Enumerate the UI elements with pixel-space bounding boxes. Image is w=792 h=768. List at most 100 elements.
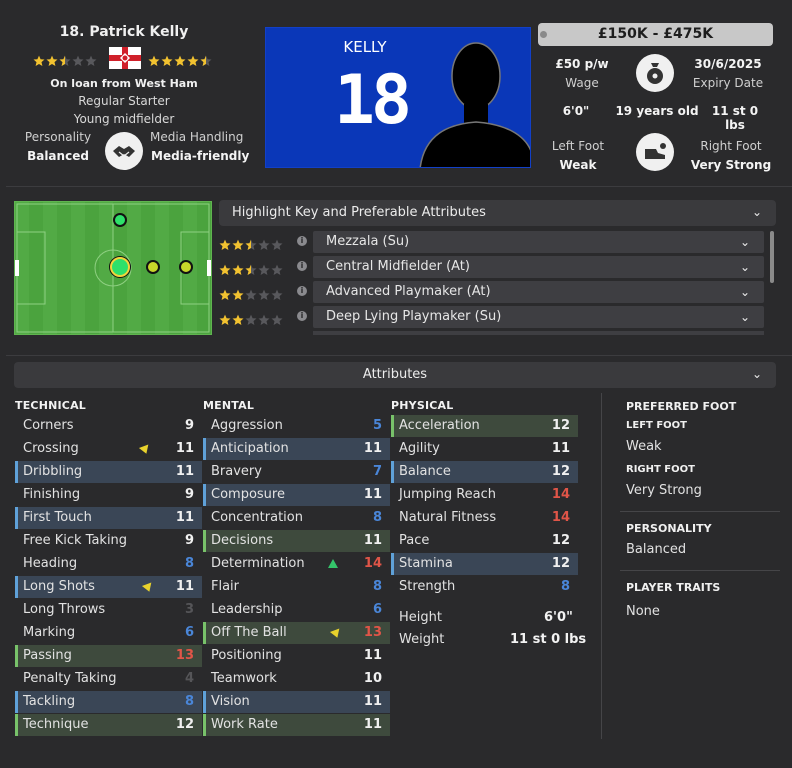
- player-role-description: Young midfielder: [73, 112, 175, 126]
- attribute-row[interactable]: Corners 9: [15, 415, 202, 437]
- potential-ability-stars: [148, 52, 212, 66]
- position-marker-natural[interactable]: [110, 257, 130, 277]
- player-silhouette-icon: [414, 34, 530, 167]
- attribute-name: Balance: [399, 464, 451, 479]
- attribute-row[interactable]: Heading 8: [15, 553, 202, 575]
- attribute-row[interactable]: Natural Fitness 14: [391, 507, 578, 529]
- info-icon[interactable]: i: [297, 311, 307, 321]
- attribute-row[interactable]: Vision 11: [203, 691, 390, 713]
- attribute-name: Composure: [211, 487, 285, 502]
- star-icon: [258, 261, 270, 275]
- star-icon: [245, 236, 257, 250]
- info-icon[interactable]: i: [297, 261, 307, 271]
- attribute-row[interactable]: Off The Ball 13: [203, 622, 390, 644]
- role-dropdown[interactable]: Deep Lying Playmaker (Su) ⌄: [313, 306, 764, 328]
- attribute-name: Penalty Taking: [23, 671, 117, 686]
- attribute-row[interactable]: Determination 14: [203, 553, 390, 575]
- role-label: Central Midfielder (At): [326, 259, 470, 274]
- attribute-row[interactable]: Flair 8: [203, 576, 390, 598]
- attribute-row[interactable]: Finishing 9: [15, 484, 202, 506]
- header-divider: [6, 186, 792, 187]
- attribute-row[interactable]: First Touch 11: [15, 507, 202, 529]
- attribute-value: 14: [363, 556, 382, 571]
- role-dropdown[interactable]: Advanced Playmaker (At) ⌄: [313, 281, 764, 303]
- personality-value: Balanced: [27, 149, 89, 163]
- attribute-value: 4: [184, 671, 194, 686]
- info-icon[interactable]: i: [297, 236, 307, 246]
- attribute-row[interactable]: Agility 11: [391, 438, 578, 460]
- attribute-row[interactable]: Stamina 12: [391, 553, 578, 575]
- attribute-value: 9: [184, 487, 194, 502]
- role-dropdown[interactable]: Central Midfielder (At) ⌄: [313, 256, 764, 278]
- attribute-row[interactable]: Work Rate 11: [203, 714, 390, 736]
- attribute-row[interactable]: Balance 12: [391, 461, 578, 483]
- attribute-row[interactable]: Teamwork 10: [203, 668, 390, 690]
- attribute-row[interactable]: Decisions 11: [203, 530, 390, 552]
- attribute-row[interactable]: Strength 8: [391, 576, 578, 598]
- contract-expiry-value: 30/6/2025: [694, 57, 762, 71]
- attribute-value: 8: [184, 556, 194, 571]
- role-dropdown[interactable]: Mezzala (Su) ⌄: [313, 231, 764, 253]
- attribute-row[interactable]: Bravery 7: [203, 461, 390, 483]
- attribute-name: Agility: [399, 441, 440, 456]
- attribute-row[interactable]: Passing 13: [15, 645, 202, 667]
- attribute-value: 8: [560, 579, 570, 594]
- star-icon: [258, 311, 270, 325]
- trend-down-arrow-icon: [141, 582, 155, 594]
- attribute-value: 13: [175, 648, 194, 663]
- attribute-name: Corners: [23, 418, 74, 433]
- attribute-row[interactable]: Crossing 11: [15, 438, 202, 460]
- attribute-value: 11: [363, 694, 382, 709]
- trend-up-arrow-icon: [328, 559, 338, 568]
- attribute-row[interactable]: Anticipation 11: [203, 438, 390, 460]
- attribute-name: Jumping Reach: [399, 487, 497, 502]
- attribute-row[interactable]: Jumping Reach 14: [391, 484, 578, 506]
- attribute-row[interactable]: Dribbling 11: [15, 461, 202, 483]
- highlight-key-dropdown[interactable]: Highlight Key and Preferable Attributes …: [219, 200, 776, 226]
- highlight-key-title: Highlight Key and Preferable Attributes: [232, 205, 486, 220]
- attribute-row[interactable]: Aggression 5: [203, 415, 390, 437]
- left-foot-title: LEFT FOOT: [626, 420, 687, 431]
- attribute-row[interactable]: Long Throws 3: [15, 599, 202, 621]
- attribute-value: 14: [551, 510, 570, 525]
- attribute-row[interactable]: Technique 12: [15, 714, 202, 736]
- info-icon[interactable]: i: [297, 286, 307, 296]
- right-foot-value: Very Strong: [690, 158, 772, 172]
- shirt-panel: KELLY 18: [265, 27, 531, 168]
- star-icon: [59, 52, 71, 66]
- shirt-number: 18: [334, 61, 412, 140]
- attribute-row[interactable]: Composure 11: [203, 484, 390, 506]
- position-marker-am[interactable]: [146, 260, 160, 274]
- position-pitch[interactable]: [14, 201, 212, 335]
- attribute-row[interactable]: Free Kick Taking 9: [15, 530, 202, 552]
- wage-label: Wage: [565, 76, 599, 90]
- role-list-scrollbar[interactable]: [770, 231, 774, 283]
- star-icon: [258, 236, 270, 250]
- attribute-row[interactable]: Penalty Taking 4: [15, 668, 202, 690]
- attribute-row[interactable]: Concentration 8: [203, 507, 390, 529]
- attribute-name: Heading: [23, 556, 78, 571]
- attribute-row[interactable]: Pace 12: [391, 530, 578, 552]
- current-ability-stars: [33, 52, 97, 66]
- attribute-name: Positioning: [211, 648, 282, 663]
- attribute-name: Aggression: [211, 418, 283, 433]
- attribute-value: 9: [184, 418, 194, 433]
- attributes-dropdown[interactable]: Attributes ⌄: [14, 362, 776, 388]
- attribute-row[interactable]: Tackling 8: [15, 691, 202, 713]
- loan-status: On loan from West Ham: [50, 77, 198, 90]
- attribute-row[interactable]: Leadership 6: [203, 599, 390, 621]
- position-marker-fw[interactable]: [179, 260, 193, 274]
- contract-expiry-label: Expiry Date: [692, 76, 764, 90]
- attribute-row[interactable]: Marking 6: [15, 622, 202, 644]
- mental-header: MENTAL: [203, 399, 255, 412]
- attribute-row[interactable]: Positioning 11: [203, 645, 390, 667]
- position-marker-cm-top[interactable]: [113, 213, 127, 227]
- attribute-row[interactable]: Acceleration 12: [391, 415, 578, 437]
- attribute-row[interactable]: Long Shots 11: [15, 576, 202, 598]
- star-icon: [245, 261, 257, 275]
- transfer-value: £150K - £475K: [538, 23, 773, 46]
- star-icon: [245, 286, 257, 300]
- attribute-value: 12: [551, 418, 570, 433]
- attribute-name: Vision: [211, 694, 250, 709]
- physical-header: PHYSICAL: [391, 399, 454, 412]
